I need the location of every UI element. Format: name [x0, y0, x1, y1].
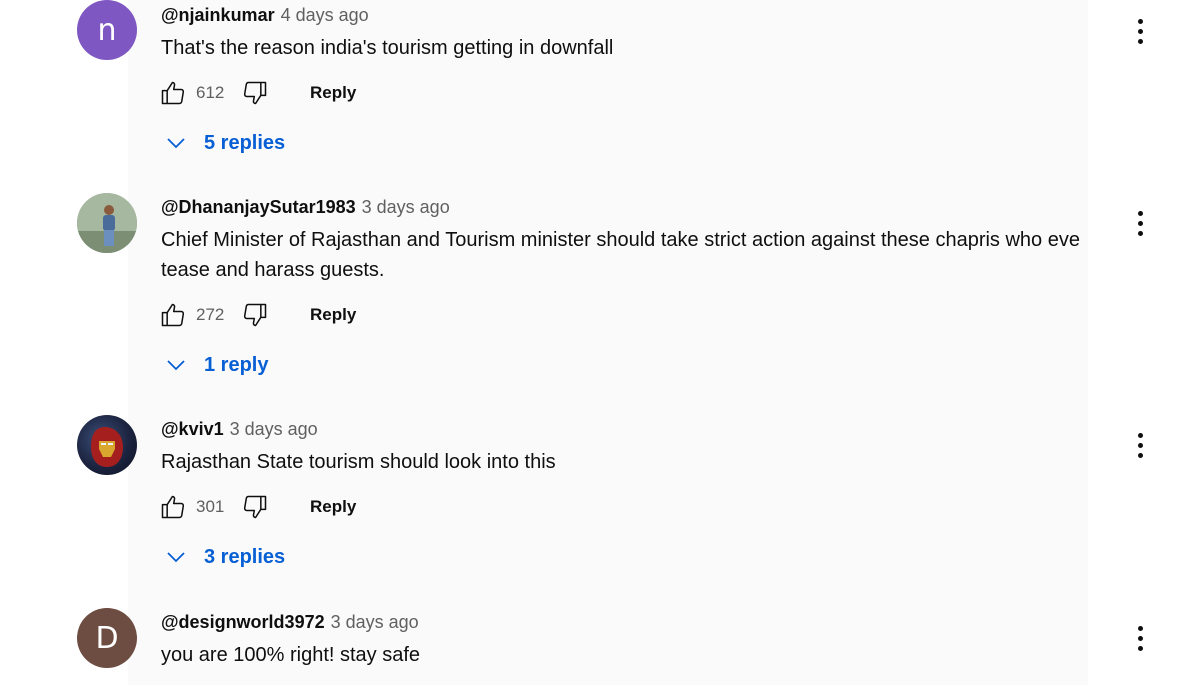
like-count: 301	[196, 497, 225, 516]
comment-time[interactable]: 4 days ago	[281, 5, 369, 25]
thumbs-down-icon	[243, 81, 267, 105]
dislike-button[interactable]	[240, 78, 270, 108]
dislike-button[interactable]	[240, 300, 270, 330]
comment-meta: @designworld3972 3 days ago	[161, 611, 419, 633]
like-count: 612	[196, 83, 225, 102]
comment-time[interactable]: 3 days ago	[362, 197, 450, 217]
comment-author[interactable]: @DhananjaySutar1983	[161, 197, 356, 217]
helmet-avatar-icon	[91, 427, 123, 467]
avatar[interactable]: n	[77, 0, 137, 60]
avatar-letter: D	[95, 620, 119, 656]
view-replies-button[interactable]: 5 replies	[164, 128, 285, 158]
comment-author[interactable]: @kviv1	[161, 419, 224, 439]
like-button[interactable]	[158, 78, 188, 108]
avatar-letter: n	[97, 12, 117, 48]
comment-actions: 301 Reply	[158, 492, 356, 522]
avatar[interactable]: D	[77, 608, 137, 668]
more-vert-icon[interactable]	[1128, 623, 1152, 653]
thumbs-up-icon	[161, 495, 185, 519]
more-vert-icon[interactable]	[1128, 430, 1152, 460]
comment-actions: 612 Reply	[158, 78, 356, 108]
comment-text: That's the reason india's tourism gettin…	[161, 37, 614, 59]
comment-meta: @njainkumar 4 days ago	[161, 4, 369, 26]
more-vert-icon[interactable]	[1128, 208, 1152, 238]
more-vert-icon[interactable]	[1128, 16, 1152, 46]
comment-author[interactable]: @njainkumar	[161, 5, 275, 25]
reply-button[interactable]: Reply	[310, 305, 356, 325]
thumbs-down-icon	[243, 303, 267, 327]
comment-text: Rajasthan State tourism should look into…	[161, 451, 556, 473]
comment-time[interactable]: 3 days ago	[230, 419, 318, 439]
view-replies-button[interactable]: 3 replies	[164, 542, 285, 572]
comment-actions: 272 Reply	[158, 300, 356, 330]
reply-button[interactable]: Reply	[310, 83, 356, 103]
comment-text: Chief Minister of Rajasthan and Tourism …	[161, 229, 1080, 281]
avatar[interactable]	[77, 415, 137, 475]
comment-meta: @DhananjaySutar1983 3 days ago	[161, 196, 450, 218]
avatar[interactable]	[77, 193, 137, 253]
view-replies-button[interactable]: 1 reply	[164, 350, 268, 380]
comment-time[interactable]: 3 days ago	[331, 612, 419, 632]
comment-text: you are 100% right! stay safe	[161, 644, 421, 666]
thumbs-down-icon	[243, 495, 267, 519]
reply-button[interactable]: Reply	[310, 497, 356, 517]
like-count: 272	[196, 305, 225, 324]
replies-count-label: 3 replies	[204, 545, 286, 568]
person-photo-icon	[77, 193, 137, 253]
thumbs-up-icon	[161, 303, 185, 327]
chevron-down-icon	[167, 360, 185, 371]
comment-meta: @kviv1 3 days ago	[161, 418, 318, 440]
chevron-down-icon	[167, 138, 185, 149]
comments-page: n @njainkumar 4 days ago That's the reaso…	[0, 0, 1200, 685]
thumbs-up-icon	[161, 81, 185, 105]
chevron-down-icon	[167, 552, 185, 563]
replies-count-label: 1 reply	[204, 353, 269, 376]
like-button[interactable]	[158, 492, 188, 522]
dislike-button[interactable]	[240, 492, 270, 522]
replies-count-label: 5 replies	[204, 131, 286, 154]
comment-author[interactable]: @designworld3972	[161, 612, 325, 632]
like-button[interactable]	[158, 300, 188, 330]
